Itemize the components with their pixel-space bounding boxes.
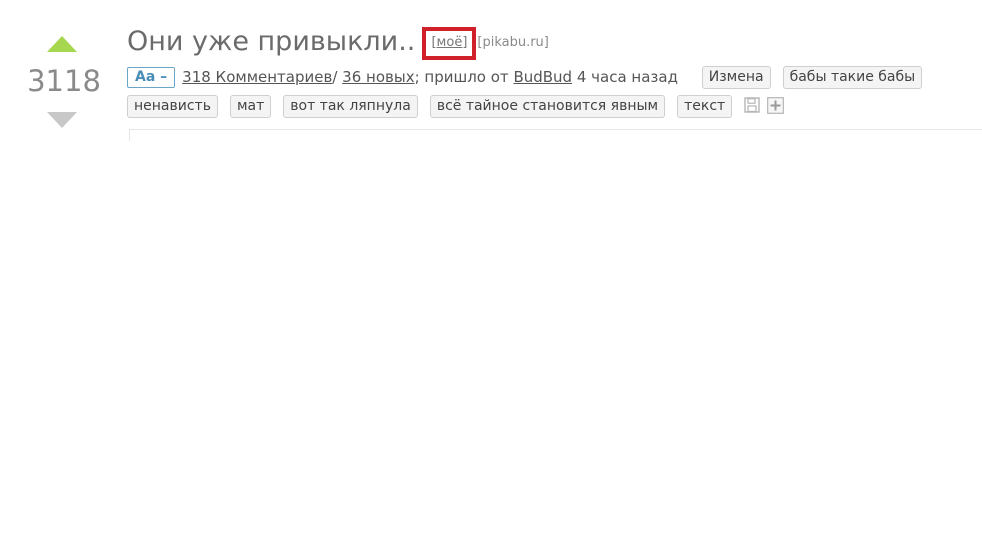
comments-link[interactable]: 318 Комментариев xyxy=(182,68,332,86)
plus-icon[interactable] xyxy=(767,96,785,114)
tag-baby-takie-baby[interactable]: бабы такие бабы xyxy=(782,66,923,89)
font-toggle-button[interactable]: Aa – xyxy=(127,67,176,88)
title-row: Они уже привыкли.. [моё] [pikabu.ru] xyxy=(127,26,549,64)
meta-row: Aa – 318 Комментариев/ 36 новых; пришло о… xyxy=(127,66,923,89)
save-icon[interactable] xyxy=(744,96,760,113)
tags-row: ненависть мат вот так ляпнула всё тайное ст… xyxy=(127,95,790,118)
comments-separator: / xyxy=(332,68,338,86)
post-time: 4 часа назад xyxy=(576,68,678,86)
downvote-arrow-icon[interactable] xyxy=(47,112,77,128)
moe-link[interactable]: [моё] xyxy=(431,35,467,50)
content-divider-left xyxy=(129,129,130,141)
tag-tekst[interactable]: текст xyxy=(677,95,733,118)
source-label: [pikabu.ru] xyxy=(477,35,549,50)
tag-mat[interactable]: мат xyxy=(229,95,272,118)
tag-vot-tak-lyapnula[interactable]: вот так ляпнула xyxy=(283,95,418,118)
moe-highlight-box: [моё] xyxy=(422,27,477,60)
tag-nenavist[interactable]: ненависть xyxy=(127,95,218,118)
content-divider xyxy=(129,129,982,130)
from-label: ; пришло от xyxy=(414,68,509,86)
tag-vsyo-tainoe[interactable]: всё тайное становится явным xyxy=(429,95,666,118)
author-link[interactable]: BudBud xyxy=(513,68,572,86)
post-container: 3118 Они уже привыкли.. [моё] [pikabu.ru]… xyxy=(0,0,982,547)
upvote-arrow-icon[interactable] xyxy=(47,36,77,52)
new-comments-link[interactable]: 36 новых xyxy=(342,68,414,86)
post-score: 3118 xyxy=(27,64,101,98)
post-title[interactable]: Они уже привыкли.. xyxy=(127,26,415,57)
tag-izmena[interactable]: Измена xyxy=(701,66,771,89)
